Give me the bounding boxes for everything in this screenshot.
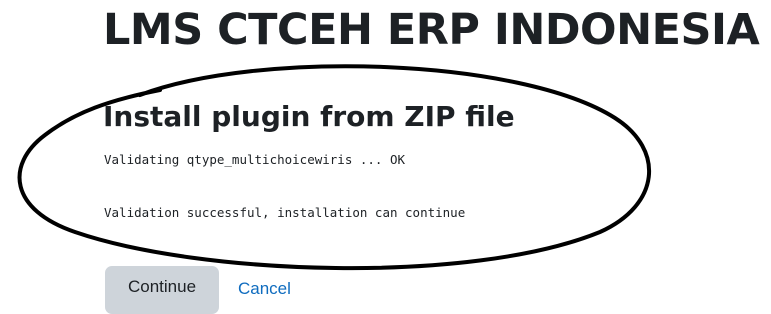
validation-result-line: Validation successful, installation can … — [104, 205, 466, 220]
page-heading: Install plugin from ZIP file — [103, 100, 515, 133]
validation-log-line: Validating qtype_multichoicewiris ... OK — [104, 152, 406, 167]
continue-button[interactable]: Continue — [105, 266, 219, 314]
cancel-link[interactable]: Cancel — [238, 279, 291, 299]
site-title: LMS CTCEH ERP INDONESIA — [103, 5, 760, 55]
